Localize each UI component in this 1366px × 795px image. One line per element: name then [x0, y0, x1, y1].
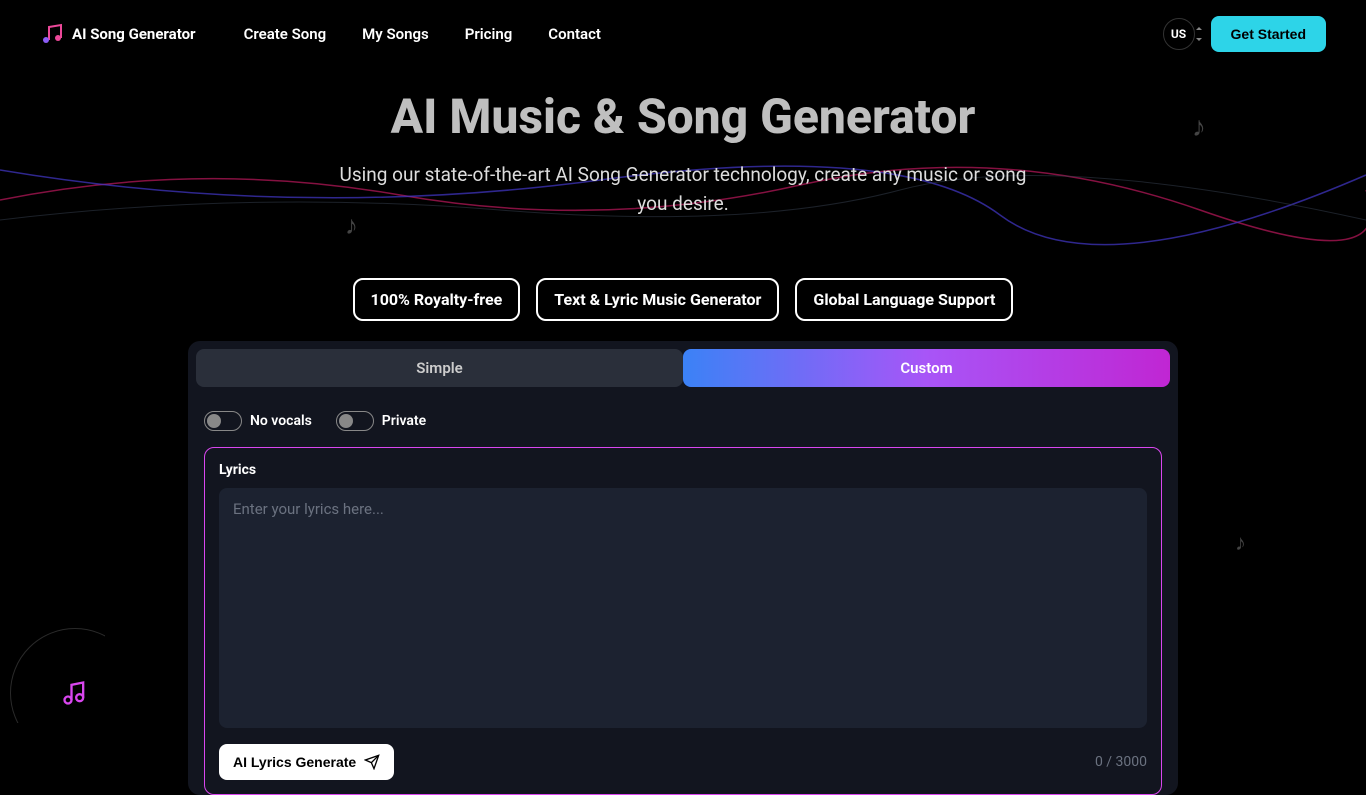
floating-music-button[interactable]: [40, 658, 110, 728]
lyrics-section: Lyrics AI Lyrics Generate 0 / 3000: [204, 447, 1162, 795]
toggle-no-vocals-label: No vocals: [250, 413, 312, 429]
lyrics-label: Lyrics: [219, 462, 1147, 478]
toggle-no-vocals-group: No vocals: [204, 411, 312, 431]
toggle-private[interactable]: [336, 411, 374, 431]
mode-tabs: Simple Custom: [188, 341, 1178, 395]
language-code: US: [1171, 27, 1186, 41]
get-started-button[interactable]: Get Started: [1211, 16, 1326, 52]
badge-royalty-free: 100% Royalty-free: [353, 278, 521, 321]
nav-create-song[interactable]: Create Song: [244, 25, 327, 43]
badge-text-lyric: Text & Lyric Music Generator: [536, 278, 779, 321]
lyrics-input[interactable]: [219, 488, 1147, 728]
nav-my-songs[interactable]: My Songs: [362, 25, 429, 43]
toggle-no-vocals[interactable]: [204, 411, 242, 431]
generator-panel: Simple Custom No vocals Private Lyrics A…: [188, 341, 1178, 795]
lyrics-footer: AI Lyrics Generate 0 / 3000: [219, 744, 1147, 780]
header: AI Song Generator Create Song My Songs P…: [0, 0, 1366, 68]
header-right: US Get Started: [1163, 16, 1326, 52]
music-icon: [61, 679, 89, 707]
toggle-private-group: Private: [336, 411, 426, 431]
hero-subtitle: Using our state-of-the-art AI Song Gener…: [333, 161, 1033, 218]
language-selector[interactable]: US: [1163, 18, 1195, 50]
nav: Create Song My Songs Pricing Contact: [244, 25, 601, 43]
nav-pricing[interactable]: Pricing: [465, 25, 513, 43]
options-row: No vocals Private: [188, 395, 1178, 439]
logo[interactable]: AI Song Generator: [40, 22, 196, 46]
nav-contact[interactable]: Contact: [548, 25, 601, 43]
music-note-icon: ♪: [1235, 530, 1246, 556]
tab-simple[interactable]: Simple: [196, 349, 683, 387]
logo-text: AI Song Generator: [72, 25, 196, 43]
hero-title: AI Music & Song Generator: [0, 88, 1366, 145]
music-logo-icon: [40, 22, 64, 46]
badge-global-language: Global Language Support: [795, 278, 1013, 321]
tab-custom[interactable]: Custom: [683, 349, 1170, 387]
toggle-private-label: Private: [382, 413, 426, 429]
hero-section: AI Music & Song Generator Using our stat…: [0, 68, 1366, 248]
feature-badges: 100% Royalty-free Text & Lyric Music Gen…: [0, 278, 1366, 321]
ai-lyrics-generate-button[interactable]: AI Lyrics Generate: [219, 744, 394, 780]
